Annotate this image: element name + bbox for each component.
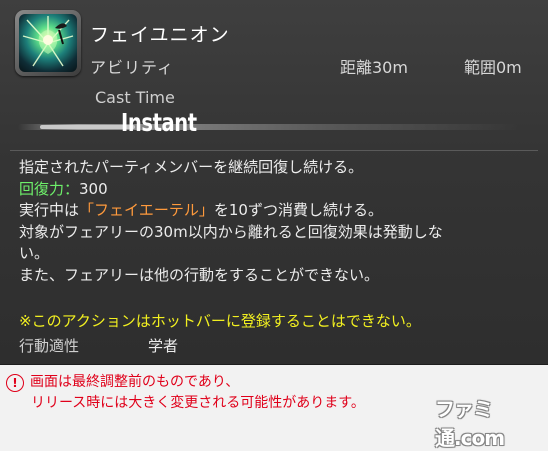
potency-line: 回復力：300 xyxy=(19,179,539,201)
description-line: い。 xyxy=(19,244,50,262)
disclaimer-text-2: リリース時には大きく変更される可能性があります。 xyxy=(31,395,365,411)
fairy-union-icon xyxy=(19,14,77,72)
action-type: アビリティ xyxy=(90,58,175,77)
cast-time-label: Cast Time xyxy=(95,88,175,107)
description-line: 指定されたパーティメンバーを継続回復し続ける。 xyxy=(19,158,364,176)
potency-label: 回復力： xyxy=(19,179,80,198)
job-value: 学者 xyxy=(148,337,179,355)
potency-value: 300 xyxy=(79,179,108,198)
divider xyxy=(10,150,538,151)
action-radius: 範囲0m xyxy=(464,58,522,77)
description-text: 実行中は xyxy=(19,201,80,219)
warning-icon: ! xyxy=(6,373,24,392)
action-tooltip: フェイユニオン アビリティ 距離30m 範囲0m Cast Time Insta… xyxy=(0,0,548,365)
disclaimer-text-1: 画面は最終調整前のものであり、 xyxy=(30,374,240,390)
description-text: を10ずつ消費し続ける。 xyxy=(213,201,383,219)
action-name: フェイユニオン xyxy=(90,24,230,46)
fey-aether-highlight: 「フェイエーテル」 xyxy=(79,201,214,219)
cast-time-bar xyxy=(18,124,518,130)
disclaimer-line-1: ! 画面は最終調整前のものであり、 xyxy=(6,372,365,393)
disclaimer-caption: ! 画面は最終調整前のものであり、 リリース時には大きく変更される可能性がありま… xyxy=(6,372,365,414)
cast-time-value: Instant xyxy=(121,108,197,137)
hotbar-note: ※このアクションはホットバーに登録することはできない。 xyxy=(19,312,421,330)
action-description: 指定されたパーティメンバーを継続回復し続ける。 回復力：300 実行中は「フェイ… xyxy=(19,157,539,286)
famitsu-watermark: ファミ通.com xyxy=(435,397,505,450)
action-range: 距離30m xyxy=(340,58,408,77)
description-line: 対象がフェアリーの30m以内から離れると回復効果は発動しな xyxy=(19,222,443,241)
description-line: 実行中は「フェイエーテル」を10ずつ消費し続ける。 xyxy=(19,200,539,222)
description-line: また、フェアリーは他の行動をすることができない。 xyxy=(19,265,380,284)
job-label: 行動適性 xyxy=(19,337,80,355)
action-icon-frame xyxy=(15,10,81,76)
